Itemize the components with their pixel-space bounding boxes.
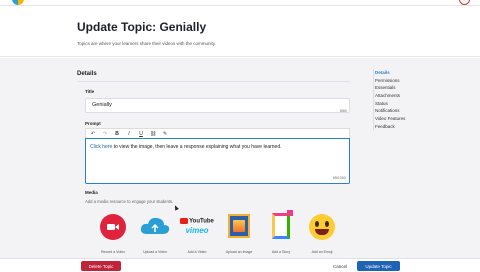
link-icon[interactable]: ⛓ bbox=[150, 130, 156, 138]
record-video-icon bbox=[100, 214, 126, 240]
record-video-button[interactable]: Record a Video bbox=[93, 208, 133, 258]
nav-item-notifications[interactable]: Notifications bbox=[373, 107, 405, 116]
delete-topic-button[interactable]: Delete Topic bbox=[81, 261, 121, 271]
page-title: Update Topic: Genially bbox=[77, 20, 207, 34]
media-subtitle: Add a media resource to engage your stud… bbox=[85, 199, 174, 204]
media-item-label: Add a Story bbox=[271, 250, 291, 254]
section-nav: Details Permissions Essentials Attachmen… bbox=[373, 69, 405, 131]
prompt-label: Prompt bbox=[85, 121, 101, 126]
media-label: Media bbox=[85, 190, 98, 195]
image-icon bbox=[228, 214, 250, 238]
media-item-label: Upload an Image bbox=[225, 250, 253, 254]
emoji-icon bbox=[309, 214, 335, 240]
upload-cloud-icon bbox=[140, 217, 170, 234]
media-item-label: Record a Video bbox=[100, 250, 126, 254]
title-label: Title bbox=[85, 89, 95, 94]
title-input[interactable]: Genially bbox=[85, 98, 350, 113]
nav-item-details[interactable]: Details bbox=[373, 69, 405, 77]
prompt-editor[interactable]: Click here to view the image, then leave… bbox=[85, 138, 350, 184]
underline-button[interactable]: U bbox=[138, 130, 144, 138]
story-icon bbox=[272, 210, 293, 239]
nav-item-status[interactable]: Status bbox=[373, 99, 405, 108]
nav-item-attachments[interactable]: Attachments bbox=[373, 92, 405, 100]
update-topic-button[interactable]: Update Topic bbox=[357, 261, 400, 271]
avatar[interactable] bbox=[459, 0, 470, 5]
media-item-label: Add an Emoji bbox=[311, 250, 333, 254]
section-title-details: Details bbox=[77, 71, 97, 77]
prompt-text: to view the image, then leave a response… bbox=[112, 144, 282, 150]
prompt-char-count: 85/1000 bbox=[333, 176, 346, 180]
nav-item-essentials[interactable]: Essentials bbox=[373, 84, 405, 93]
upload-image-button[interactable]: Upload an Image bbox=[219, 208, 259, 258]
editor-toolbar: ↶ ↷ B I U ⛓ ✎ bbox=[85, 128, 350, 138]
italic-button[interactable]: I bbox=[126, 130, 132, 138]
youtube-icon: YouTube bbox=[177, 218, 217, 225]
page-subtitle: Topics are where your learners share the… bbox=[77, 41, 216, 46]
add-story-button[interactable]: Add a Story bbox=[261, 208, 301, 258]
redo-icon[interactable]: ↷ bbox=[102, 130, 108, 138]
add-emoji-button[interactable]: Add an Emoji bbox=[302, 208, 342, 258]
page-header: Update Topic: Genially Topics are where … bbox=[0, 6, 480, 57]
prompt-link[interactable]: Click here bbox=[90, 144, 112, 150]
media-options: Record a Video Upload a Video YouTube vi… bbox=[85, 208, 350, 258]
clear-format-icon[interactable]: ✎ bbox=[162, 130, 168, 138]
title-char-count: 8/80 bbox=[340, 109, 347, 113]
vimeo-icon: vimeo bbox=[185, 226, 209, 235]
footer-bar: Delete Topic Cancel Update Topic bbox=[0, 258, 480, 272]
cancel-button[interactable]: Cancel bbox=[328, 261, 352, 271]
section-divider bbox=[77, 81, 350, 82]
nav-item-permissions[interactable]: Permissions bbox=[373, 76, 405, 85]
bold-button[interactable]: B bbox=[114, 130, 120, 138]
nav-item-feedback[interactable]: Feedback bbox=[373, 122, 405, 131]
add-video-button[interactable]: YouTube vimeo Add a Video bbox=[177, 208, 217, 258]
upload-video-button[interactable]: Upload a Video bbox=[135, 208, 175, 258]
logo-icon[interactable] bbox=[12, 0, 24, 5]
nav-item-video-features[interactable]: Video Features bbox=[373, 115, 405, 123]
media-item-label: Add a Video bbox=[187, 250, 207, 254]
undo-icon[interactable]: ↶ bbox=[90, 130, 96, 138]
media-item-label: Upload a Video bbox=[143, 250, 167, 254]
